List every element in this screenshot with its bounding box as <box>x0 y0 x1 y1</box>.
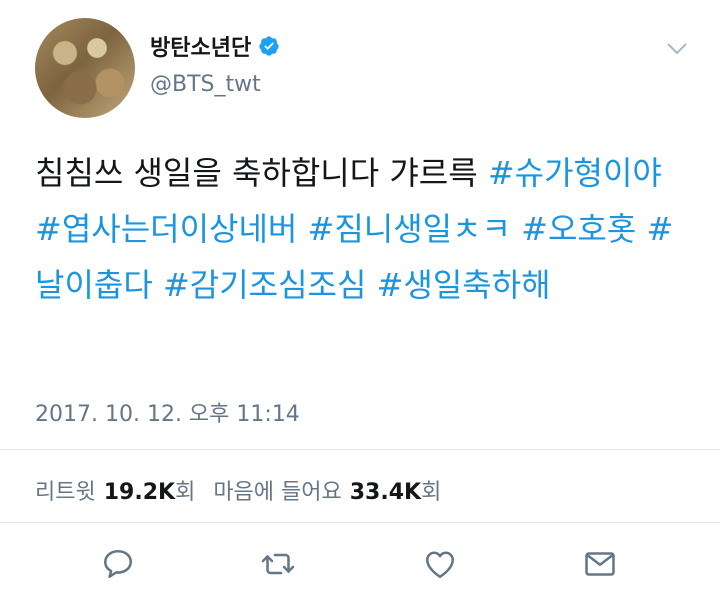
avatar[interactable] <box>35 18 135 118</box>
user-name-row: 방탄소년단 <box>150 30 280 62</box>
hashtag-link[interactable]: #엽사는더이상네버 <box>35 210 297 248</box>
tweet-text: 침침쓰 생일을 축하합니다 갸르륵 #슈가형이야 #엽사는더이상네버 #짐니생일… <box>35 145 695 313</box>
verified-badge-icon <box>259 36 279 56</box>
retweets-label[interactable]: 리트윗 <box>35 474 96 506</box>
tweet-body: 침침쓰 생일을 축하합니다 갸르륵 <box>35 154 478 192</box>
hashtag-link[interactable]: #생일축하해 <box>377 266 551 304</box>
tweet-stats: 리트윗 19.2K 회 마음에 들어요 33.4K 회 <box>35 474 441 506</box>
user-handle[interactable]: @BTS_twt <box>150 72 261 97</box>
reply-icon[interactable] <box>100 546 136 582</box>
likes-unit: 회 <box>421 480 442 505</box>
likes-label[interactable]: 마음에 들어요 <box>213 474 341 506</box>
chevron-down-icon[interactable] <box>664 38 690 58</box>
retweets-count[interactable]: 19.2K <box>104 480 175 505</box>
display-name[interactable]: 방탄소년단 <box>150 30 251 62</box>
tweet-actions <box>0 546 720 586</box>
hashtag-link[interactable]: #짐니생일ㅊㅋ <box>308 210 511 248</box>
hashtag-link[interactable]: #오호홋 <box>521 210 636 248</box>
tweet-timestamp[interactable]: 2017. 10. 12. 오후 11:14 <box>35 396 300 428</box>
divider <box>0 522 720 523</box>
divider <box>0 449 720 450</box>
direct-message-icon[interactable] <box>582 546 618 582</box>
retweets-unit: 회 <box>175 480 196 505</box>
like-icon[interactable] <box>422 546 458 582</box>
hashtag-link[interactable]: #감기조심조심 <box>163 266 366 304</box>
retweet-icon[interactable] <box>260 546 296 582</box>
hashtag-link[interactable]: #슈가형이야 <box>488 154 662 192</box>
likes-count[interactable]: 33.4K <box>350 480 421 505</box>
